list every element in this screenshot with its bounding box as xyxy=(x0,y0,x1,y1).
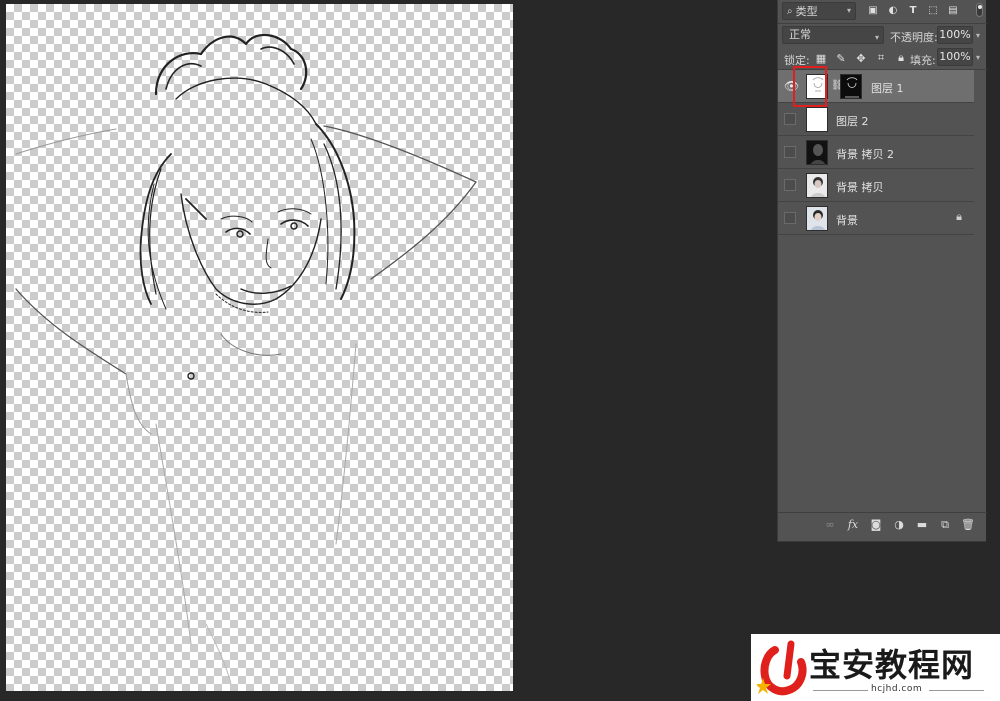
divider xyxy=(929,690,984,691)
lock-row: 锁定: ▦ ✎ ✥ ⌗ 🔒︎ 填充: 100% ▾ xyxy=(778,48,987,68)
layer-thumbnail xyxy=(806,206,828,231)
layer-row[interactable]: 背景 拷贝 2 xyxy=(778,136,974,169)
lock-brush-icon[interactable]: ✎ xyxy=(834,51,848,65)
visibility-toggle[interactable] xyxy=(784,146,796,158)
layers-bottom-toolbar: ∞ fx ◙ ◑ ▬ ⧉ 🗑︎ xyxy=(778,512,987,536)
layers-panel: ⌕ 类型 ▾ ▣ ◐ T ⬚ ▤ 正常 ▾ 不透明度: 100% ▾ 锁定: ▦… xyxy=(777,0,987,542)
add-mask-icon[interactable]: ◙ xyxy=(869,518,883,532)
delete-icon[interactable]: 🗑︎ xyxy=(961,518,975,532)
filter-row: ⌕ 类型 ▾ ▣ ◐ T ⬚ ▤ xyxy=(778,0,987,22)
blend-row: 正常 ▾ 不透明度: 100% ▾ xyxy=(778,24,987,46)
filter-kind-label: 类型 xyxy=(795,5,818,18)
layer-thumbnail xyxy=(806,74,828,99)
lock-artboard-icon[interactable]: ⌗ xyxy=(874,51,888,65)
layer-row[interactable]: 背景 拷贝 xyxy=(778,169,974,202)
layer-row[interactable]: 背景 🔒︎ xyxy=(778,202,974,235)
layer-thumbnail xyxy=(806,140,828,165)
document-canvas[interactable] xyxy=(6,4,513,691)
brand-logo-icon xyxy=(757,640,807,696)
layer-thumbnail xyxy=(806,107,828,132)
layer-row[interactable]: 👁︎ ⛓︎ 图层 1 xyxy=(778,66,974,107)
new-group-icon[interactable]: ▬ xyxy=(915,518,929,532)
watermark-url: hcjhd.com xyxy=(871,684,923,694)
eye-icon[interactable]: 👁︎ xyxy=(784,80,799,92)
layer-row[interactable]: 图层 2 xyxy=(778,103,974,136)
chevron-down-icon: ▾ xyxy=(874,33,879,42)
lock-transparent-icon[interactable]: ▦ xyxy=(814,51,828,65)
layer-name: 背景 拷贝 xyxy=(836,181,884,194)
layer-thumbnail xyxy=(806,173,828,198)
chevron-down-icon[interactable]: ▾ xyxy=(976,31,980,40)
shape-filter-icon[interactable]: ⬚ xyxy=(926,3,940,17)
blend-mode-select[interactable]: 正常 ▾ xyxy=(782,26,884,44)
fill-input[interactable]: 100% xyxy=(937,48,973,66)
layer-name: 图层 1 xyxy=(871,82,904,95)
fx-icon[interactable]: fx xyxy=(846,518,860,532)
site-watermark: 宝安教程网 hcjhd.com xyxy=(751,634,1000,701)
layer-name: 背景 拷贝 2 xyxy=(836,148,894,161)
search-icon: ⌕ xyxy=(787,5,793,17)
filter-kind-select[interactable]: ⌕ 类型 ▾ xyxy=(782,2,856,20)
fill-label: 填充: xyxy=(910,54,936,67)
opacity-input[interactable]: 100% xyxy=(937,26,973,44)
filter-toggle[interactable] xyxy=(976,3,983,17)
divider xyxy=(813,690,868,691)
sketch-artwork xyxy=(15,33,477,685)
layer-list: 👁︎ ⛓︎ 图层 1 图层 2 背景 拷贝 2 背景 拷贝 背景 🔒︎ xyxy=(778,66,974,235)
visibility-toggle[interactable] xyxy=(784,113,796,125)
chevron-down-icon[interactable]: ▾ xyxy=(976,53,980,62)
watermark-title: 宝安教程网 xyxy=(809,646,975,684)
layer-name: 背景 xyxy=(836,214,858,227)
lock-label: 锁定: xyxy=(784,54,810,67)
lock-icon: 🔒︎ xyxy=(956,210,962,223)
chevron-down-icon: ▾ xyxy=(846,6,851,15)
mask-thumbnail[interactable] xyxy=(840,74,862,99)
opacity-label: 不透明度: xyxy=(890,31,938,44)
visibility-toggle[interactable] xyxy=(784,212,796,224)
link-layers-icon[interactable]: ∞ xyxy=(823,518,837,532)
image-filter-icon[interactable]: ▣ xyxy=(866,3,880,17)
visibility-toggle[interactable] xyxy=(784,179,796,191)
blend-mode-value: 正常 xyxy=(789,28,811,41)
lock-all-icon[interactable]: 🔒︎ xyxy=(894,51,908,65)
adjustment-filter-icon[interactable]: ◐ xyxy=(886,3,900,17)
layer-name: 图层 2 xyxy=(836,115,869,128)
new-layer-icon[interactable]: ⧉ xyxy=(938,518,952,532)
type-filter-icon[interactable]: T xyxy=(906,3,920,17)
smart-object-filter-icon[interactable]: ▤ xyxy=(946,3,960,17)
adjustment-layer-icon[interactable]: ◑ xyxy=(892,518,906,532)
lock-move-icon[interactable]: ✥ xyxy=(854,51,868,65)
